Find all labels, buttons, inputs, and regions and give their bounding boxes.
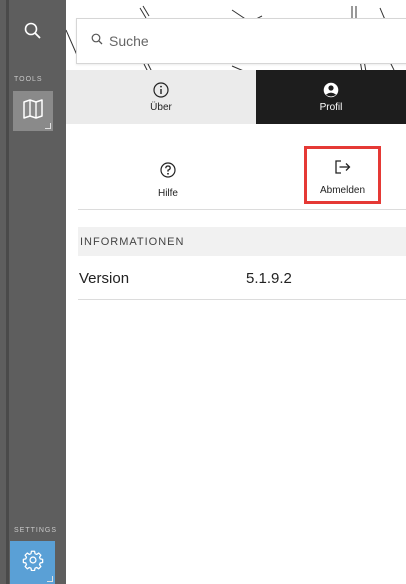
info-section-title: INFORMATIONEN xyxy=(78,227,406,256)
search-input[interactable] xyxy=(109,33,359,49)
tab-profile-label: Profil xyxy=(319,102,343,113)
search-icon xyxy=(91,32,103,50)
profile-actions: Hilfe Abmelden xyxy=(78,146,406,210)
settings-section-label: SETTINGS xyxy=(14,527,58,534)
tools-section-label: TOOLS xyxy=(14,76,43,83)
help-button[interactable]: Hilfe xyxy=(138,154,198,210)
side-panel: Über Profil Hilfe Abmelden INFORMATIONEN… xyxy=(66,70,406,584)
help-label: Hilfe xyxy=(157,188,178,199)
toolbar-search-button[interactable] xyxy=(0,0,66,66)
logout-button[interactable]: Abmelden xyxy=(304,146,381,204)
left-toolbar: TOOLS SETTINGS xyxy=(0,0,66,584)
search-bar[interactable] xyxy=(76,18,406,64)
expand-corner-icon xyxy=(45,123,51,129)
logout-label: Abmelden xyxy=(319,185,366,196)
info-icon xyxy=(153,81,169,99)
toolbar-settings-button[interactable] xyxy=(10,541,55,584)
toolbar-edge xyxy=(6,0,9,584)
info-row-version: Version 5.1.9.2 xyxy=(78,258,406,300)
tab-about-label: Über xyxy=(150,102,172,113)
user-icon xyxy=(323,81,339,99)
info-key: Version xyxy=(79,270,130,287)
info-value: 5.1.9.2 xyxy=(246,270,292,287)
map-icon xyxy=(22,98,44,124)
panel-tabs: Über Profil xyxy=(66,70,406,124)
tab-profile[interactable]: Profil xyxy=(256,70,406,124)
help-icon xyxy=(160,160,176,180)
search-icon xyxy=(24,22,42,45)
expand-corner-icon xyxy=(47,576,53,582)
logout-icon xyxy=(334,157,352,177)
tab-about[interactable]: Über xyxy=(66,70,256,124)
toolbar-map-button[interactable] xyxy=(13,91,53,131)
gear-icon xyxy=(22,549,44,576)
